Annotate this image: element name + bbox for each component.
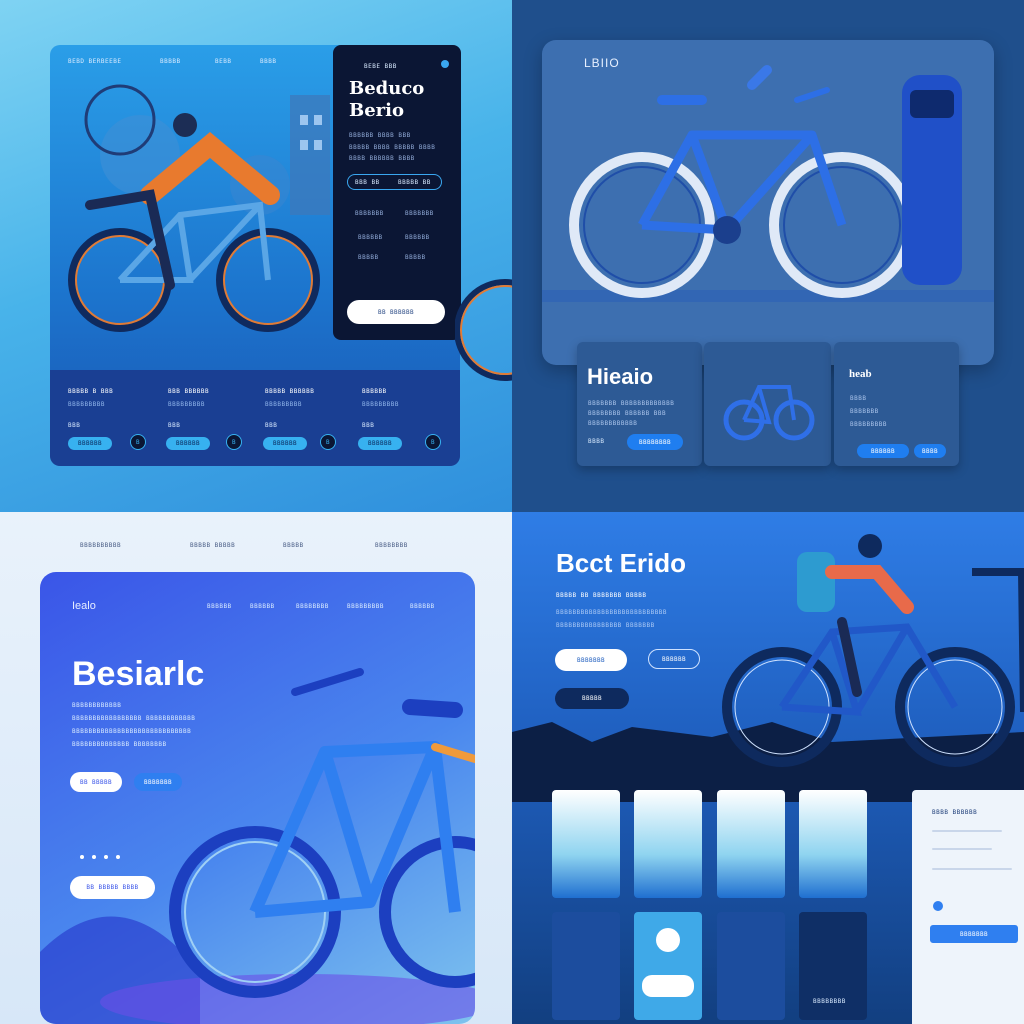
card-desc-1: BBBBBBB BBBBBBBBBBBBB	[588, 400, 675, 407]
dot-1[interactable]	[80, 855, 84, 859]
feature-icon-1[interactable]: B	[130, 434, 146, 450]
dot-3[interactable]	[104, 855, 108, 859]
hero-desc-3: BBBBBBBBBBBBBBBBBBBBBBBBBBBBB	[72, 728, 192, 735]
bike-card-8[interactable]: BBBBBBBB	[799, 912, 867, 1020]
bike-card-1[interactable]	[552, 790, 620, 898]
hero-subtitle: BBBBB BB BBBBBBB BBBBB	[556, 592, 647, 599]
bike-card-2[interactable]	[634, 790, 702, 898]
feature-icon-2[interactable]: B	[226, 434, 242, 450]
right-row-1: BBBB	[850, 395, 867, 402]
pagination-dots[interactable]	[80, 855, 120, 859]
top-nav-1[interactable]: BBBBBBBBBB	[80, 542, 121, 549]
dot-4[interactable]	[116, 855, 120, 859]
bike-app-mockup-4: Bcct Erido BBBBB BB BBBBBBB BBBBB BBBBBB…	[512, 512, 1024, 1024]
nav-item-4[interactable]: BBBBBBBBB	[347, 603, 384, 610]
outline-button[interactable]: BBBBBB	[648, 649, 700, 669]
nav-item-5[interactable]: BBBBBB	[410, 603, 435, 610]
card-right-title: heab	[849, 368, 872, 380]
bike-illustration	[40, 668, 475, 1024]
hero-title: Besiarlc	[72, 655, 205, 693]
top-nav-3[interactable]: BBBBB	[283, 542, 304, 549]
hero-desc-1: BBBBBBBBBBBB	[72, 702, 122, 709]
card-tagline: BEBE BBB	[364, 63, 397, 70]
play-icon[interactable]	[656, 928, 680, 952]
primary-button[interactable]: BBBBBBB	[555, 649, 627, 671]
hero-desc-4: BBBBBBBBBBBBBB BBBBBBBB	[72, 741, 167, 748]
feature-button-3[interactable]: BBBBBB	[263, 437, 307, 450]
hero-desc-2: BBBBBBBBBBBBBBBB BBBBBBB	[556, 622, 655, 629]
bike-app-mockup-3: BBBBBBBBBB BBBBB BBBBB BBBBB BBBBBBBB Ie…	[0, 512, 512, 1024]
card-desc-3: BBBB BBBBBB BBBB	[349, 155, 415, 162]
top-nav-4[interactable]: BBBBBBBB	[375, 542, 408, 549]
card-desc-3: BBBBBBBBBBBB	[588, 420, 638, 427]
right-primary-button[interactable]: BBBBBB	[857, 444, 909, 458]
hero-title: Bcct Erido	[556, 548, 687, 578]
hero-panel: Iealo BBBBBB BBBBBB BBBBBBBB BBBBBBBBB B…	[40, 572, 475, 1024]
feature-icon-4[interactable]: B	[425, 434, 441, 450]
bike-card-4[interactable]	[799, 790, 867, 898]
feature-button-4[interactable]: BBBBBB	[358, 437, 402, 450]
brand-logo: LBIIO	[584, 56, 620, 70]
section-heading: Hieaio	[587, 364, 654, 389]
primary-button[interactable]: BB BBBBB	[70, 772, 122, 792]
top-nav-2[interactable]: BBBBB BBBBB	[190, 542, 235, 549]
close-icon[interactable]	[441, 60, 449, 68]
side-panel-title: BBBB BBBBBB	[932, 809, 978, 816]
bike-thumbnail-icon	[723, 385, 815, 441]
card-cta-button[interactable]: BB BBBBBB	[347, 300, 445, 324]
bike-app-mockup-1: BEBD BERBEEBE BBBBB BEBB BBBB BEBE BBB B…	[0, 0, 512, 512]
card-title: Beduco Berio	[349, 78, 425, 121]
feature-button-2[interactable]: BBBBBB	[166, 437, 210, 450]
card-label: BBBB	[588, 438, 605, 445]
secondary-button[interactable]: BBBBBBB	[134, 773, 182, 791]
stat-2: BBBBBBB	[405, 210, 434, 217]
stat-4: BBBBBB	[405, 234, 430, 241]
bike-card-6[interactable]	[634, 912, 702, 1020]
card-desc-2: BBBBB BBBB BBBBB BBBB	[349, 144, 436, 151]
hero-desc-2: BBBBBBBBBBBBBBBBB BBBBBBBBBBBB	[72, 715, 196, 722]
nav-item-3[interactable]: BBBBBBBB	[296, 603, 329, 610]
nav-item-2[interactable]: BBBBBB	[250, 603, 275, 610]
side-panel	[912, 790, 1024, 1024]
stat-1: BBBBBBB	[355, 210, 384, 217]
side-panel-button[interactable]: BBBBBBB	[930, 925, 1018, 943]
stat-6: BBBBB	[405, 254, 426, 261]
card-8-label: BBBBBBBB	[813, 998, 846, 1005]
dark-button[interactable]: BBBBB	[555, 688, 629, 709]
right-row-2: BBBBBBB	[850, 408, 879, 415]
hero-card	[542, 40, 994, 365]
nav-item-3[interactable]: BEBB	[215, 58, 231, 65]
bike-app-mockup-2: LBIIO Hieaio BBBBBBB BBBBBBBBBBBBB BBBBB…	[512, 0, 1024, 512]
dot-2[interactable]	[92, 855, 96, 859]
nav-item-2[interactable]: BBBBB	[160, 58, 181, 65]
bike-thumbnail-card[interactable]	[704, 342, 831, 466]
bike-illustration	[542, 65, 994, 302]
bottom-cta-button[interactable]: BB BBBBB BBBB	[70, 876, 155, 899]
hero-desc-1: BBBBBBBBBBBBBBBBBBBBBBBBBBB	[556, 609, 668, 616]
bike-card-3[interactable]	[717, 790, 785, 898]
right-secondary-button[interactable]: BBBB	[914, 444, 946, 458]
nav-item-home[interactable]: BEBD BERBEEBE	[68, 58, 121, 65]
radio-icon[interactable]	[933, 901, 943, 911]
feature-icon-3[interactable]: B	[320, 434, 336, 450]
partial-wheel-illustration	[455, 279, 512, 381]
card-desc-1: BBBBBB BBBB BBB	[349, 132, 411, 139]
bike-card-7[interactable]	[717, 912, 785, 1020]
stat-5: BBBBB	[358, 254, 379, 261]
card-action-button[interactable]: BBBBBBBB	[627, 434, 683, 450]
bike-card-5[interactable]	[552, 912, 620, 1020]
toggle-right[interactable]: BBBBB BB	[398, 179, 431, 186]
toggle-left[interactable]: BBB BB	[355, 179, 380, 186]
card-desc-2: BBBBBBBB BBBBBB BBB	[588, 410, 667, 417]
stat-3: BBBBBB	[358, 234, 383, 241]
right-row-3: BBBBBBBBB	[850, 421, 888, 428]
feature-button-1[interactable]: BBBBBB	[68, 437, 112, 450]
nav-item-4[interactable]: BBBB	[260, 58, 276, 65]
brand-logo: Iealo	[72, 600, 96, 612]
card-pill[interactable]	[642, 975, 694, 997]
nav-item-1[interactable]: BBBBBB	[207, 603, 232, 610]
